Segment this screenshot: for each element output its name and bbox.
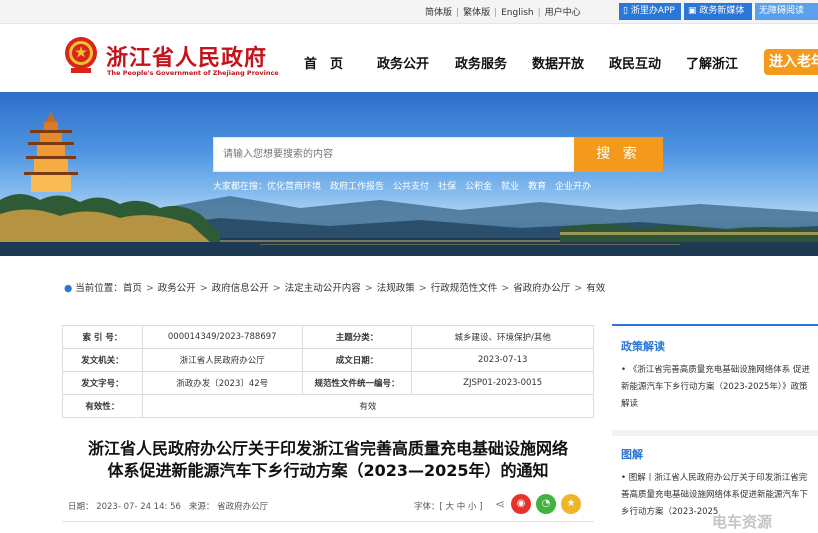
app-button[interactable]: ▯ 浙里办APP bbox=[619, 3, 681, 20]
phone-icon: ▯ bbox=[623, 6, 628, 16]
breadcrumb-item[interactable]: 政府信息公开 bbox=[212, 283, 269, 294]
date-value: 2023-07-13 bbox=[411, 348, 594, 372]
national-emblem-icon bbox=[65, 37, 97, 73]
doc-number-label: 发文字号： bbox=[62, 371, 143, 395]
weibo-icon[interactable]: ◉ bbox=[511, 494, 531, 514]
sidebar-divider bbox=[612, 430, 818, 436]
chevron-right-icon: > bbox=[574, 283, 583, 294]
breadcrumb-item[interactable]: 省政府办公厅 bbox=[513, 283, 570, 294]
table-row: 发文机关： 浙江省人民政府办公厅 成文日期： 2023-07-13 bbox=[62, 348, 594, 372]
hot-term[interactable]: 教育 bbox=[528, 182, 546, 192]
graphic-interpretation-heading: 图解 bbox=[621, 448, 643, 461]
breadcrumb-item[interactable]: 首页 bbox=[123, 283, 142, 294]
hot-term[interactable]: 公共支付 bbox=[393, 182, 429, 192]
wechat-icon[interactable]: ◔ bbox=[536, 494, 556, 514]
hot-term[interactable]: 社保 bbox=[438, 182, 456, 192]
validity-label: 有效性： bbox=[62, 394, 143, 418]
unified-code-value: ZJSP01-2023-0015 bbox=[411, 371, 594, 395]
nav-about-zhejiang[interactable]: 了解浙江 bbox=[686, 53, 738, 72]
nav-gov-affairs-open[interactable]: 政务公开 bbox=[377, 53, 429, 72]
hot-term[interactable]: 就业 bbox=[501, 182, 519, 192]
nav-gov-services[interactable]: 政务服务 bbox=[455, 53, 507, 72]
validity-value: 有效 bbox=[141, 394, 595, 418]
hot-search-terms: 大家都在搜：优化营商环境 政府工作报告 公共支付 社保 公积金 就业 教育 企业开办 bbox=[213, 179, 600, 192]
document-meta: 日期： 2023- 07- 24 14: 56 来源： 省政府办公厅 bbox=[68, 500, 276, 512]
index-label: 索 引 号： bbox=[62, 325, 143, 349]
new-media-button[interactable]: ▣ 政务新媒体 bbox=[684, 3, 752, 20]
lang-traditional-link[interactable]: 繁体版 bbox=[463, 8, 490, 18]
nav-home[interactable]: 首 页 bbox=[304, 53, 343, 72]
hot-search-label: 大家都在搜： bbox=[213, 182, 268, 192]
chevron-right-icon: > bbox=[199, 283, 208, 294]
topic-value: 城乡建设、环境保护/其他 bbox=[411, 325, 594, 349]
publish-date: 日期： 2023- 07- 24 14: 56 bbox=[68, 502, 181, 512]
org-value: 浙江省人民政府办公厅 bbox=[141, 348, 303, 372]
hot-term[interactable]: 优化营商环境 bbox=[267, 182, 321, 192]
breadcrumb: ● 当前位置：首页 > 政务公开 > 政府信息公开 > 法定主动公开内容 > 法规政策 > 行政规范性… bbox=[64, 280, 605, 294]
lake-scenery-illustration bbox=[0, 112, 818, 256]
nav-interaction[interactable]: 政民互动 bbox=[609, 53, 661, 72]
search-field-wrapper bbox=[213, 137, 575, 172]
breadcrumb-item[interactable]: 有效 bbox=[586, 283, 605, 294]
index-value: 000014349/2023-788697 bbox=[141, 325, 303, 349]
document-title-line: 浙江省人民政府办公厅关于印发浙江省完善高质量充电基础设施网络 bbox=[87, 439, 568, 458]
breadcrumb-item[interactable]: 行政规范性文件 bbox=[431, 283, 498, 294]
chevron-right-icon: > bbox=[145, 283, 154, 294]
breadcrumb-item[interactable]: 法定主动公开内容 bbox=[285, 283, 361, 294]
document-source: 来源： 省政府办公厅 bbox=[188, 502, 269, 512]
hero-banner: 搜 索 大家都在搜：优化营商环境政府工作报告公共支付社保公积金就业教育企业开办 bbox=[0, 92, 818, 256]
breadcrumb-label: 当前位置： bbox=[75, 283, 123, 294]
doc-number-value: 浙政办发〔2023〕42号 bbox=[141, 371, 303, 395]
site-logo-title[interactable]: 浙江省人民政府 bbox=[106, 40, 267, 72]
user-center-link[interactable]: 用户中心 bbox=[545, 8, 581, 18]
favorite-star-icon[interactable]: ★ bbox=[561, 494, 581, 514]
document-title: 浙江省人民政府办公厅关于印发浙江省完善高质量充电基础设施网络 体系促进新能源汽车… bbox=[62, 438, 594, 482]
unified-code-label: 规范性文件统一编号： bbox=[301, 371, 413, 395]
chevron-right-icon: > bbox=[272, 283, 281, 294]
breadcrumb-item[interactable]: 政务公开 bbox=[158, 283, 196, 294]
location-pin-icon: ● bbox=[64, 283, 73, 294]
site-logo-subtitle: The People's Government of Zhejiang Prov… bbox=[107, 69, 279, 77]
document-info-table: 索 引 号： 000014349/2023-788697 主题分类： 城乡建设、… bbox=[62, 325, 595, 418]
hot-term[interactable]: 公积金 bbox=[465, 182, 492, 192]
related-sidebar: 政策解读 • 《浙江省完善高质量充电基础设施网络体系 促进新能源汽车下乡行动方案… bbox=[612, 324, 818, 533]
hot-term[interactable]: 政府工作报告 bbox=[330, 182, 384, 192]
site-header: 浙江省人民政府 The People's Government of Zheji… bbox=[0, 24, 818, 92]
topic-label: 主题分类： bbox=[301, 325, 413, 349]
table-row: 发文字号： 浙政办发〔2023〕42号 规范性文件统一编号： ZJSP01-20… bbox=[62, 371, 594, 395]
content-divider bbox=[62, 521, 594, 522]
elder-mode-button[interactable]: 进入老年 bbox=[764, 49, 818, 75]
share-icon[interactable]: ⋖ bbox=[490, 494, 510, 514]
table-row: 索 引 号： 000014349/2023-788697 主题分类： 城乡建设、… bbox=[62, 325, 594, 349]
nav-open-data[interactable]: 数据开放 bbox=[532, 53, 584, 72]
bullet-icon: • bbox=[621, 473, 629, 483]
date-label: 成文日期： bbox=[301, 348, 413, 372]
hot-term[interactable]: 企业开办 bbox=[555, 182, 591, 192]
search-input[interactable] bbox=[214, 138, 574, 171]
watermark: 电车资源 bbox=[712, 513, 773, 531]
chevron-right-icon: > bbox=[501, 283, 510, 294]
media-icon: ▣ bbox=[688, 6, 697, 16]
policy-interpretation-link[interactable]: • 《浙江省完善高质量充电基础设施网络体系 促进新能源汽车下乡行动方案（2023… bbox=[621, 362, 811, 413]
policy-interpretation-heading: 政策解读 bbox=[621, 340, 665, 353]
top-utility-bar: 简体版 | 繁体版 | English | 用户中心 ▯ 浙里办APP ▣ 政务新媒体 无障… bbox=[0, 0, 818, 24]
chevron-right-icon: > bbox=[418, 283, 427, 294]
language-links: 简体版 | 繁体版 | English | 用户中心 bbox=[425, 8, 581, 18]
table-row: 有效性： 有效 bbox=[62, 394, 595, 418]
chevron-right-icon: > bbox=[364, 283, 373, 294]
pagoda-icon bbox=[24, 112, 78, 192]
document-title-line: 体系促进新能源汽车下乡行动方案（2023—2025年）的通知 bbox=[107, 461, 549, 480]
breadcrumb-item[interactable]: 法规政策 bbox=[377, 283, 415, 294]
org-label: 发文机关： bbox=[62, 348, 143, 372]
bullet-icon: • bbox=[621, 365, 629, 375]
font-size-selector[interactable]: 字体：[ 大 中 小 ] bbox=[414, 500, 482, 512]
search-button[interactable]: 搜 索 bbox=[574, 137, 663, 172]
lang-simplified-link[interactable]: 简体版 bbox=[425, 8, 452, 18]
accessibility-button[interactable]: 无障碍阅读 bbox=[755, 3, 818, 20]
lang-english-link[interactable]: English bbox=[501, 8, 534, 18]
